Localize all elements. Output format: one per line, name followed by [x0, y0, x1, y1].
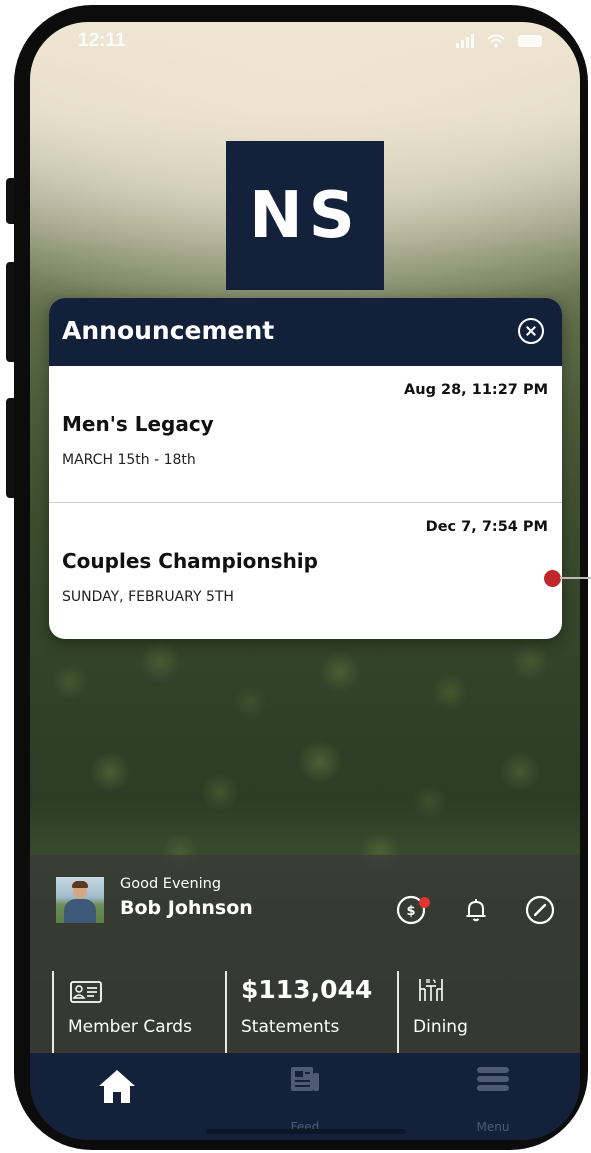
tab-feed[interactable]: Feed — [245, 1053, 365, 1140]
status-icons — [456, 34, 542, 48]
quick-tiles: Member Cards $113,044 Statements Dining — [30, 971, 580, 1064]
dining-tile[interactable]: Dining — [397, 971, 569, 1062]
announcement-title: Announcement — [62, 316, 275, 345]
statements-label: Statements — [241, 1017, 340, 1037]
status-bar: 12:11 — [30, 22, 580, 62]
announcement-date: Aug 28, 11:27 PM — [404, 382, 548, 398]
club-logo: NS — [226, 141, 384, 290]
announcement-item[interactable]: Aug 28, 11:27 PM Men's Legacy MARCH 15th… — [49, 366, 562, 503]
announcement-card: Announcement Aug 28, 11:27 PM Men's Lega… — [49, 298, 562, 639]
close-icon[interactable] — [518, 318, 544, 344]
announcement-item-title: Couples Championship — [62, 549, 318, 573]
dining-icon — [419, 979, 443, 1001]
feed-icon — [291, 1067, 319, 1091]
greeting-text: Good Evening — [120, 876, 222, 892]
announcement-item-subtitle: SUNDAY, FEBRUARY 5TH — [62, 589, 234, 605]
announcement-item-subtitle: MARCH 15th - 18th — [62, 452, 196, 468]
compass-icon[interactable] — [525, 895, 555, 925]
member-cards-label: Member Cards — [68, 1017, 192, 1037]
announcement-item[interactable]: Dec 7, 7:54 PM Couples Championship SUND… — [49, 503, 562, 639]
announcement-item-title: Men's Legacy — [62, 412, 214, 436]
background-forest — [30, 622, 580, 882]
statements-tile[interactable]: $113,044 Statements — [225, 971, 397, 1062]
battery-icon — [518, 35, 542, 47]
avatar[interactable] — [56, 877, 104, 923]
tab-menu-label: Menu — [476, 1120, 510, 1134]
svg-text:$: $ — [406, 904, 415, 919]
annotation-marker-dot — [544, 570, 561, 587]
member-panel: Good Evening Bob Johnson $ Member Cards … — [30, 855, 580, 1062]
statements-amount: $113,044 — [241, 975, 373, 1004]
bottom-tab-bar: Feed Menu — [30, 1053, 580, 1140]
status-time: 12:11 — [78, 30, 126, 51]
member-cards-tile[interactable]: Member Cards — [52, 971, 224, 1062]
dining-label: Dining — [413, 1017, 468, 1037]
tab-menu[interactable]: Menu — [433, 1053, 553, 1140]
tab-home[interactable] — [56, 1053, 176, 1140]
menu-icon — [477, 1067, 509, 1091]
home-icon — [99, 1070, 135, 1103]
announcement-date: Dec 7, 7:54 PM — [425, 519, 548, 535]
member-card-icon — [70, 981, 102, 1003]
annotation-marker-line — [560, 577, 591, 579]
wifi-icon — [487, 34, 505, 48]
home-indicator — [206, 1129, 406, 1134]
bell-icon[interactable] — [461, 895, 491, 925]
signal-icon — [456, 34, 474, 48]
user-name: Bob Johnson — [120, 897, 253, 919]
notification-badge — [419, 897, 430, 908]
announcement-header: Announcement — [49, 298, 562, 366]
